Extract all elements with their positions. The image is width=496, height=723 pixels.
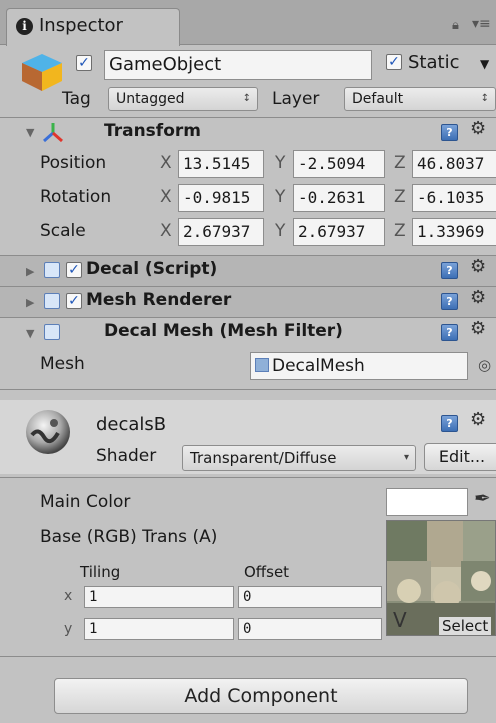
axis-x-label: X [160, 221, 172, 241]
mesh-renderer-enabled-checkbox[interactable]: ✓ [66, 293, 82, 309]
help-icon[interactable]: ? [441, 293, 458, 310]
tag-value: Untagged [116, 91, 185, 107]
rotation-z-field[interactable]: -6.1035 [412, 184, 496, 212]
axis-y-label: Y [275, 187, 286, 207]
tiling-y-label: y [64, 621, 73, 637]
gameobject-cube-icon [20, 52, 64, 92]
transform-header[interactable] [0, 117, 496, 148]
rotation-label: Rotation [40, 187, 112, 207]
axis-z-label: Z [394, 153, 406, 173]
mesh-filter-icon [44, 324, 60, 340]
layer-dropdown[interactable]: Default ↕ [344, 87, 496, 111]
shader-value: Transparent/Diffuse [190, 449, 337, 467]
scale-z-field[interactable]: 1.33969 [412, 218, 496, 246]
svg-text:V: V [393, 608, 407, 632]
gameobject-name-input[interactable]: GameObject [104, 50, 372, 80]
gear-icon[interactable]: ⚙︎ [470, 318, 486, 339]
gear-icon[interactable]: ⚙︎ [470, 256, 486, 277]
inspector-tab-title: Inspector [39, 15, 123, 36]
main-color-label: Main Color [40, 492, 131, 512]
shader-dropdown[interactable]: Transparent/Diffuse ▾ [182, 445, 416, 471]
gear-icon[interactable]: ⚙︎ [470, 409, 486, 430]
transform-title: Transform [104, 121, 201, 141]
chevron-updown-icon: ↕ [242, 93, 251, 104]
eyedropper-icon[interactable]: ✒ [474, 486, 491, 510]
object-picker-icon[interactable]: ◎ [478, 356, 491, 374]
chevron-updown-icon: ↕ [480, 93, 489, 104]
position-y-field[interactable]: -2.5094 [293, 150, 385, 178]
scale-x-field[interactable]: 2.67937 [178, 218, 264, 246]
help-icon[interactable]: ? [441, 124, 458, 141]
texture-select-button[interactable]: Select [439, 617, 492, 635]
script-icon [44, 262, 60, 278]
mesh-icon [255, 358, 269, 372]
tiling-y-field[interactable]: 1 [84, 618, 234, 640]
position-z-field[interactable]: 46.8037 [412, 150, 496, 178]
mesh-object-field[interactable]: DecalMesh [250, 352, 468, 380]
mesh-filter-title: Decal Mesh (Mesh Filter) [104, 321, 343, 341]
help-icon[interactable]: ? [441, 415, 458, 432]
decal-script-title: Decal (Script) [86, 259, 218, 279]
static-checkbox[interactable]: ✓ [386, 54, 402, 70]
static-dropdown-icon[interactable]: ▼ [480, 57, 489, 71]
tiling-x-label: x [64, 588, 73, 604]
position-label: Position [40, 153, 107, 173]
transform-axes-icon [42, 121, 64, 143]
position-x-field[interactable]: 13.5145 [178, 150, 264, 178]
fold-open-icon[interactable]: ▼ [26, 327, 34, 340]
shader-label: Shader [96, 446, 157, 466]
offset-x-field[interactable]: 0 [238, 586, 382, 608]
axis-x-label: X [160, 153, 172, 173]
axis-y-label: Y [275, 153, 286, 173]
lock-icon[interactable]: 🔒︎ [452, 18, 459, 33]
layer-value: Default [352, 91, 404, 107]
fold-open-icon[interactable]: ▼ [26, 126, 34, 139]
layer-label: Layer [272, 89, 320, 109]
texture-preview[interactable]: V Select [386, 520, 496, 636]
rotation-x-field[interactable]: -0.9815 [178, 184, 264, 212]
axis-x-label: X [160, 187, 172, 207]
material-divider [0, 389, 496, 390]
axis-y-label: Y [275, 221, 286, 241]
active-checkbox[interactable]: ✓ [76, 55, 92, 71]
offset-label: Offset [244, 563, 290, 581]
mesh-renderer-icon [44, 293, 60, 309]
mesh-value: DecalMesh [272, 356, 365, 376]
tiling-x-field[interactable]: 1 [84, 586, 234, 608]
material-name: decalsB [96, 414, 167, 435]
mesh-label: Mesh [40, 354, 85, 374]
bottom-divider [0, 656, 496, 657]
tag-label: Tag [62, 89, 91, 109]
scale-y-field[interactable]: 2.67937 [293, 218, 385, 246]
chevron-down-icon: ▾ [403, 452, 409, 463]
base-texture-label: Base (RGB) Trans (A) [40, 527, 218, 547]
edit-shader-button[interactable]: Edit... [424, 443, 496, 471]
axis-z-label: Z [394, 221, 406, 241]
add-component-button[interactable]: Add Component [54, 678, 468, 714]
material-props-divider [0, 477, 496, 478]
mesh-renderer-title: Mesh Renderer [86, 290, 232, 310]
fold-closed-icon[interactable]: ▶ [26, 265, 34, 278]
scale-label: Scale [40, 221, 86, 241]
help-icon[interactable]: ? [441, 324, 458, 341]
fold-closed-icon[interactable]: ▶ [26, 296, 34, 309]
inspector-tab[interactable]: i Inspector [6, 8, 180, 46]
offset-y-field[interactable]: 0 [238, 618, 382, 640]
material-ball-icon [24, 405, 72, 459]
main-color-swatch[interactable] [386, 488, 468, 516]
axis-z-label: Z [394, 187, 406, 207]
gear-icon[interactable]: ⚙︎ [470, 118, 486, 139]
tag-dropdown[interactable]: Untagged ↕ [108, 87, 258, 111]
rotation-y-field[interactable]: -0.2631 [293, 184, 385, 212]
tiling-label: Tiling [80, 563, 121, 581]
gear-icon[interactable]: ⚙︎ [470, 287, 486, 308]
decal-script-enabled-checkbox[interactable]: ✓ [66, 262, 82, 278]
static-label: Static [408, 52, 460, 73]
info-icon: i [16, 18, 33, 35]
help-icon[interactable]: ? [441, 262, 458, 279]
menu-icon[interactable]: ▾≡ [472, 16, 491, 32]
